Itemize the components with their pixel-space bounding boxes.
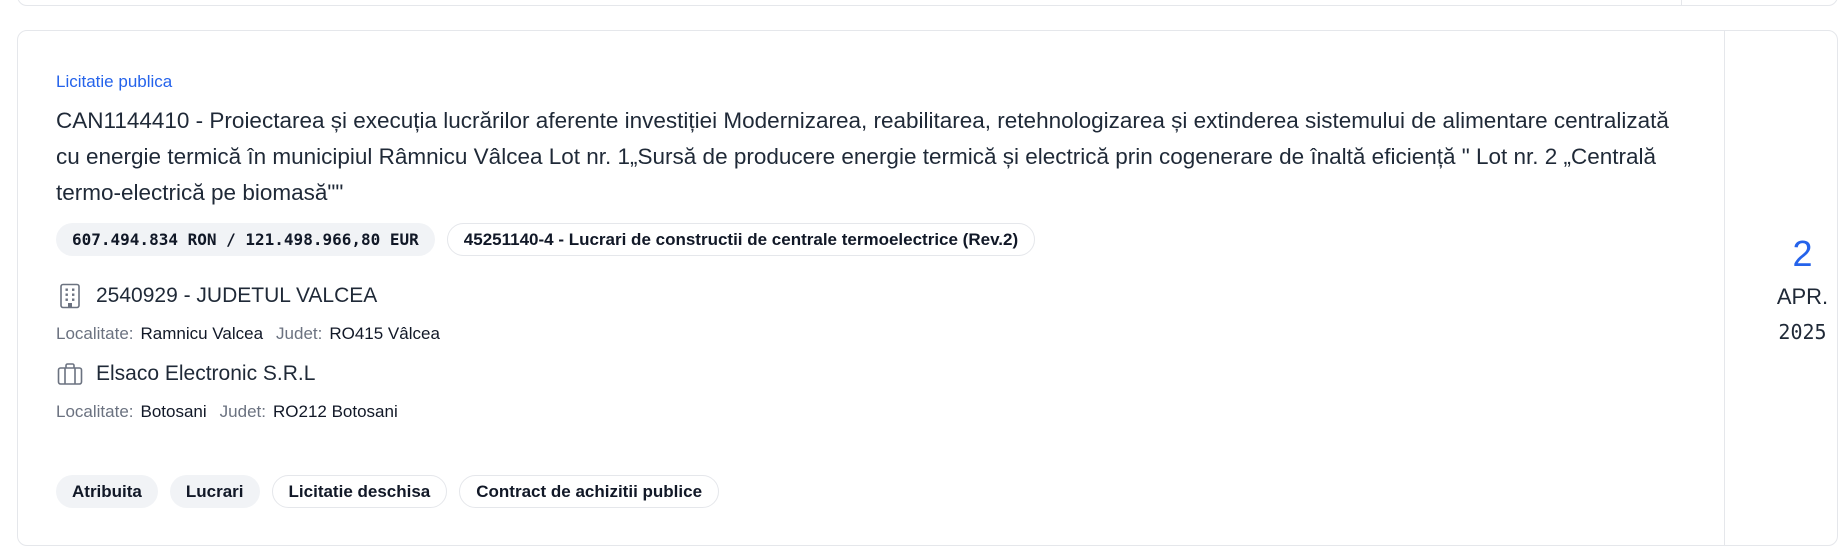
supplier-judet-label: Judet: <box>219 402 266 421</box>
authority-judet-label: Judet: <box>276 324 323 343</box>
status-tags: Atribuita Lucrari Licitatie deschisa Con… <box>56 475 720 508</box>
supplier-name: Elsaco Electronic S.R.L <box>96 362 316 385</box>
tag-contract-type[interactable]: Contract de achizitii publice <box>459 475 720 508</box>
cpv-pill[interactable]: 45251140-4 - Lucrari de constructii de c… <box>446 223 1036 256</box>
supplier-location: Localitate: Botosani Judet: RO212 Botosa… <box>56 402 1686 422</box>
supplier-localitate: Botosani <box>140 402 207 421</box>
date-month: APR. <box>1776 284 1829 309</box>
notice-title[interactable]: CAN1144410 - Proiectarea și execuția luc… <box>56 103 1686 211</box>
building-icon <box>56 282 84 310</box>
date-day: 2 <box>1792 233 1813 274</box>
value-pills: 607.494.834 RON / 121.498.966,80 EUR 452… <box>56 223 1686 256</box>
date-year: 2025 <box>1778 320 1827 344</box>
tag-status[interactable]: Atribuita <box>56 475 158 508</box>
supplier-localitate-label: Localitate: <box>56 402 134 421</box>
authority-location: Localitate: Ramnicu Valcea Judet: RO415 … <box>56 324 1686 344</box>
value-pill: 607.494.834 RON / 121.498.966,80 EUR <box>56 223 435 256</box>
supplier-section: Elsaco Electronic S.R.L Localitate: Boto… <box>56 360 1686 422</box>
supplier-row[interactable]: Elsaco Electronic S.R.L <box>56 360 1686 388</box>
supplier-judet: RO212 Botosani <box>272 402 398 421</box>
authority-localitate-label: Localitate: <box>56 324 134 343</box>
previous-card-body <box>18 0 1681 21</box>
briefcase-icon <box>56 360 84 388</box>
date-column: 2 APR. 2025 <box>1724 31 1838 545</box>
procurement-card[interactable]: Licitatie publica CAN1144410 - Proiectar… <box>17 30 1838 546</box>
tag-category[interactable]: Lucrari <box>169 475 260 508</box>
card-body: Licitatie publica CAN1144410 - Proiectar… <box>18 31 1724 545</box>
authority-name: 2540929 - JUDETUL VALCEA <box>96 284 378 307</box>
authority-section: 2540929 - JUDETUL VALCEA Localitate: Ram… <box>56 282 1686 344</box>
authority-judet: RO415 Vâlcea <box>329 324 440 343</box>
authority-row[interactable]: 2540929 - JUDETUL VALCEA <box>56 282 1686 310</box>
authority-localitate: Ramnicu Valcea <box>140 324 264 343</box>
previous-card-date-column <box>1681 0 1837 5</box>
previous-card <box>17 0 1838 6</box>
tag-procedure[interactable]: Licitatie deschisa <box>271 475 448 508</box>
procedure-type-label: Licitatie publica <box>56 72 173 91</box>
